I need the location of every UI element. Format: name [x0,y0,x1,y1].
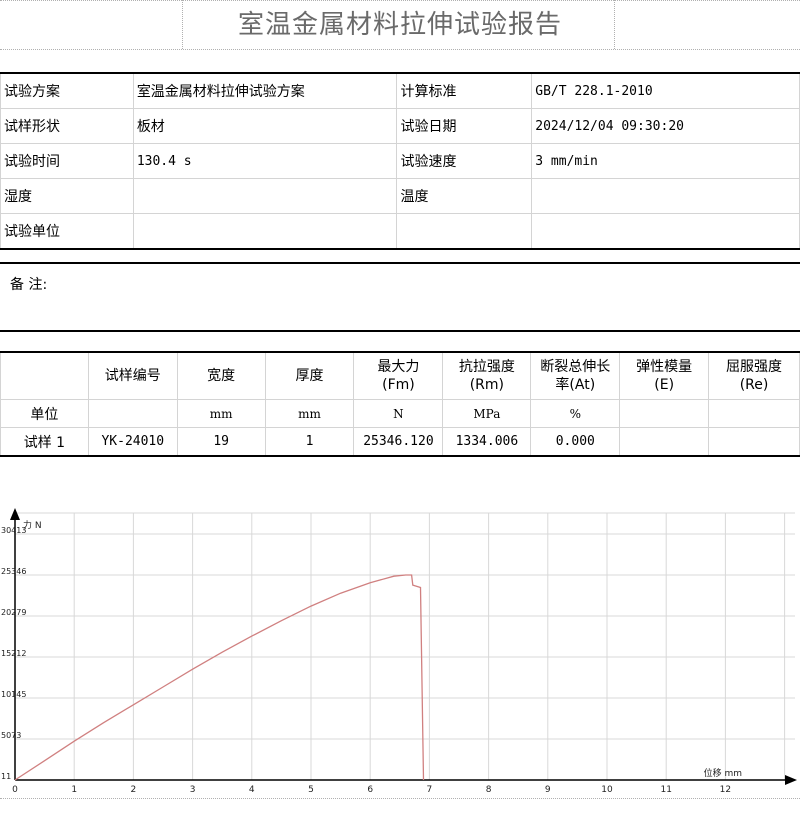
yield-strength-value [708,427,800,457]
info-value: 130.4 s [132,143,398,179]
x-tick-label: 7 [427,785,433,795]
y-axis-label: 力 N [23,519,42,531]
modulus-value [619,427,710,457]
info-label: 试验方案 [0,72,134,109]
column-header [0,351,89,400]
column-header: 宽度 [176,351,266,400]
column-header: 厚度 [264,351,355,400]
unit-cell: mm [176,399,266,428]
results-header-row: 试样编号 宽度 厚度 最大力 (Fm) 抗拉强度 (Rm) 断裂总伸长 率(At) 弹… [0,351,800,400]
unit-cell: N [353,399,444,428]
info-value: 板材 [132,108,398,144]
column-header: 最大力 (Fm) [353,351,444,400]
column-header: 试样编号 [87,351,178,400]
info-row: 试样形状 板材 试验日期 2024/12/04 09:30:20 [0,108,800,144]
x-tick-label: 1 [71,785,77,795]
report-title: 室温金属材料拉伸试验报告 [237,10,562,40]
y-tick-label: 10145 [1,690,26,699]
unit-cell: 单位 [0,399,89,428]
results-table: 试样编号 宽度 厚度 最大力 (Fm) 抗拉强度 (Rm) 断裂总伸长 率(At) 弹… [0,351,800,457]
remark-label: 备 注: [10,277,48,293]
x-axis-arrow [785,775,797,785]
y-tick-label: 25346 [1,567,26,576]
info-label: 试验日期 [396,108,533,144]
x-tick-label: 2 [131,785,137,795]
thickness-value: 1 [264,427,355,457]
info-label: 试验时间 [0,143,134,179]
unit-cell: mm [264,399,355,428]
info-row: 试验单位 [0,213,800,250]
elongation-value: 0.000 [530,427,621,457]
y-tick-label: 20279 [1,608,26,617]
info-value: 室温金属材料拉伸试验方案 [132,72,398,109]
table-row: 试样 1 YK-24010 19 1 25346.120 1334.006 0.… [0,427,800,457]
frame-line-bottom [0,798,800,799]
info-label: 试验速度 [396,143,533,179]
frame-line-top [0,0,800,1]
x-tick-label: 8 [486,785,492,795]
x-tick-label: 12 [720,785,731,795]
remark-box: 备 注: [0,262,800,332]
unit-cell [87,399,178,428]
info-value: GB/T 228.1-2010 [531,72,800,109]
info-label: 计算标准 [396,72,533,109]
y-tick-label: 15212 [1,649,26,658]
y-tick-label: 5073 [1,731,21,740]
tensile-strength-value: 1334.006 [442,427,532,457]
info-value [531,178,800,214]
x-tick-label: 6 [367,785,373,795]
x-tick-label: 0 [12,785,18,795]
specimen-label: 试样 1 [0,427,89,457]
x-tick-label: 10 [601,785,613,795]
y-axis-arrow [10,508,20,520]
info-label: 温度 [396,178,533,214]
max-force-value: 25346.120 [353,427,444,457]
test-info-table: 试验方案 室温金属材料拉伸试验方案 计算标准 GB/T 228.1-2010 试… [0,72,800,250]
unit-cell [619,399,710,428]
info-label [396,213,533,250]
column-header: 屈服强度 (Re) [708,351,800,400]
info-label: 试验单位 [0,213,134,250]
width-value: 19 [176,427,266,457]
info-label: 试样形状 [0,108,134,144]
info-row: 试验方案 室温金属材料拉伸试验方案 计算标准 GB/T 228.1-2010 [0,72,800,109]
force-curve-line [14,574,425,781]
frame-line-header [0,49,800,50]
info-value [132,213,398,250]
unit-cell: % [530,399,621,428]
results-unit-row: 单位 mm mm N MPa % [0,399,800,428]
info-row: 湿度 温度 [0,178,800,214]
y-tick-label: 11 [1,772,11,781]
force-displacement-chart: 0 1 2 3 4 5 6 7 8 9 10 11 12115073101451521220279253… [1,508,797,795]
column-header: 断裂总伸长 率(At) [530,351,621,400]
unit-cell: MPa [442,399,532,428]
x-tick-label: 11 [660,785,671,795]
x-tick-label: 9 [545,785,551,795]
info-value [531,213,800,250]
column-header: 弹性模量 (E) [619,351,710,400]
info-value [132,178,398,214]
x-tick-label: 3 [190,785,196,795]
info-value: 2024/12/04 09:30:20 [531,108,800,144]
info-value: 3 mm/min [531,143,800,179]
info-row: 试验时间 130.4 s 试验速度 3 mm/min [0,143,800,179]
info-label: 湿度 [0,178,134,214]
x-tick-label: 4 [249,785,255,795]
unit-cell [708,399,800,428]
specimen-id: YK-24010 [87,427,178,457]
column-header: 抗拉强度 (Rm) [442,351,532,400]
x-tick-label: 5 [308,785,314,795]
x-axis-label: 位移 mm [704,767,742,779]
